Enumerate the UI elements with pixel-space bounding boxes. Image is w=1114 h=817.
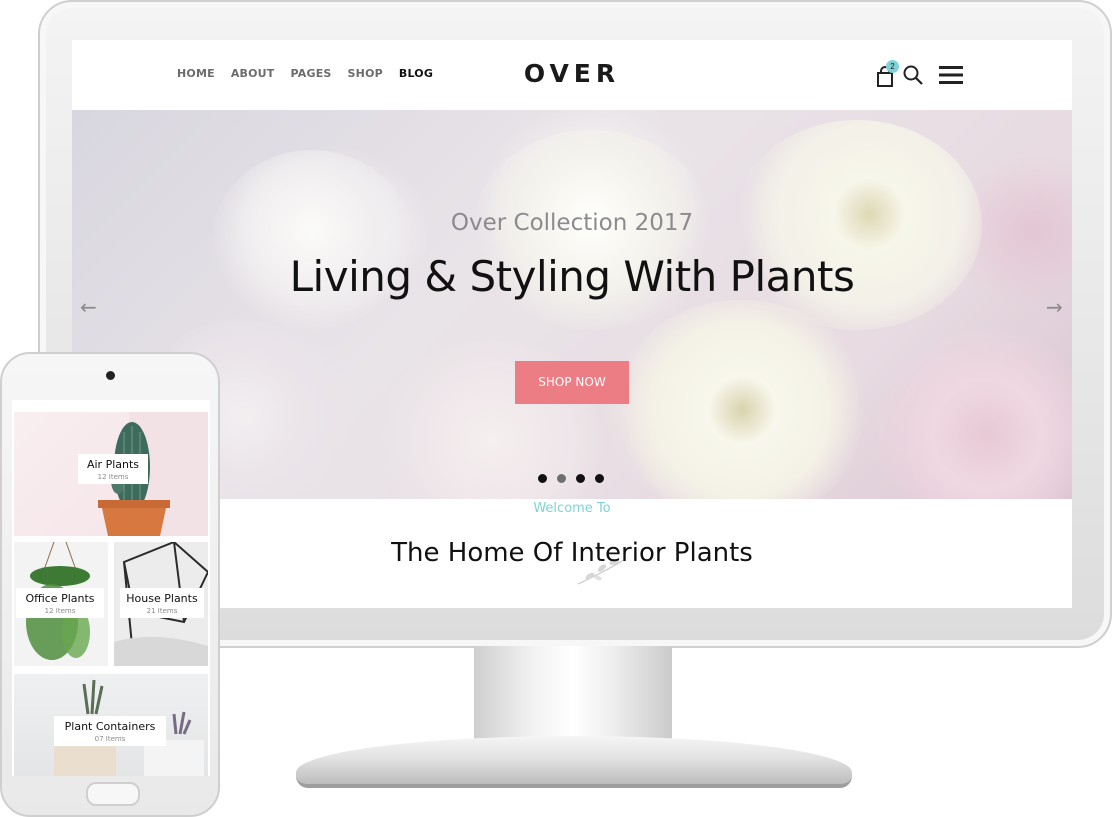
monitor-stand-neck [474, 646, 672, 742]
shop-now-button[interactable]: SHOP NOW [515, 361, 629, 404]
search-icon[interactable] [902, 64, 924, 86]
hero-slider: ← → Over Collection 2017 Living & Stylin… [72, 110, 1072, 499]
category-count: 07 Items [94, 735, 126, 743]
slider-dot-3[interactable] [576, 474, 585, 483]
rose-shape [872, 330, 1072, 499]
category-name: House Plants [126, 592, 198, 605]
category-tile-house-plants[interactable]: House Plants 21 Items [114, 542, 208, 666]
category-name: Air Plants [86, 458, 140, 471]
rose-shape [212, 150, 412, 330]
cart-button[interactable]: 2 [876, 60, 899, 88]
category-tile-office-plants[interactable]: Office Plants 12 Items [14, 542, 108, 666]
category-count: 12 Items [44, 607, 76, 615]
desktop-screen: HOME ABOUT PAGES SHOP BLOG OVER 2 ← → Ov… [72, 40, 1072, 608]
mobile-screen: Air Plants 12 Items Office Plants 12 Ite… [12, 400, 210, 776]
menu-icon[interactable] [936, 64, 966, 86]
tile-label: Plant Containers 07 Items [54, 716, 166, 746]
mobile-phone: Air Plants 12 Items Office Plants 12 Ite… [0, 352, 220, 817]
category-count: 21 Items [146, 607, 178, 615]
monitor-stand-base [296, 736, 852, 788]
slider-dot-4[interactable] [595, 474, 604, 483]
header-icons: 2 [876, 60, 966, 88]
rose-shape [612, 300, 872, 499]
welcome-title: The Home Of Interior Plants [391, 538, 753, 568]
category-name: Office Plants [25, 592, 95, 605]
category-count: 12 Items [97, 473, 129, 481]
tile-label: Air Plants 12 Items [78, 454, 148, 484]
cart-count-badge: 2 [886, 60, 899, 73]
tile-label: House Plants 21 Items [120, 588, 204, 618]
slider-dot-1[interactable] [538, 474, 547, 483]
welcome-kicker: Welcome To [533, 501, 611, 516]
tile-label: Office Plants 12 Items [16, 588, 104, 618]
hero-subtitle: Over Collection 2017 [450, 210, 694, 236]
category-name: Plant Containers [64, 720, 156, 733]
phone-home-button[interactable] [86, 782, 140, 806]
slider-dot-2[interactable] [557, 474, 566, 483]
category-tile-air-plants[interactable]: Air Plants 12 Items [14, 412, 208, 536]
hero-title: Living & Styling With Plants [289, 252, 855, 301]
slider-dots [538, 474, 604, 483]
category-tile-plant-containers[interactable]: Plant Containers 07 Items [14, 674, 208, 776]
site-header: HOME ABOUT PAGES SHOP BLOG OVER 2 [72, 40, 1072, 110]
phone-camera [106, 371, 115, 380]
